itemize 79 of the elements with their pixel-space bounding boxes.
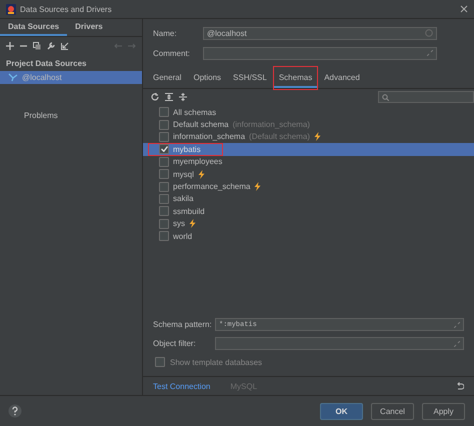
window-title: Data Sources and Drivers xyxy=(20,4,113,14)
schema-note: (Default schema) xyxy=(249,132,310,142)
circle-icon xyxy=(425,29,433,37)
collapse-all-icon[interactable] xyxy=(179,93,187,101)
schema-row[interactable]: information_schema (Default schema) xyxy=(143,130,474,144)
copy-icon[interactable] xyxy=(33,42,41,50)
schema-name: information_schema xyxy=(173,132,246,142)
forward-arrow-icon[interactable] xyxy=(128,43,136,49)
schema-row[interactable]: mybatis xyxy=(143,143,474,156)
field-label: Object filter: xyxy=(153,339,197,348)
expand-all-icon[interactable] xyxy=(165,93,173,101)
search-field[interactable] xyxy=(378,91,474,103)
schema-row[interactable]: performance_schema xyxy=(143,180,474,193)
expand-icon xyxy=(427,50,433,56)
tab[interactable]: SSH/SSL xyxy=(227,69,273,88)
schema-row[interactable]: sakila xyxy=(143,192,474,206)
schema-row[interactable]: Default schema (information_schema) xyxy=(143,118,474,131)
search-icon xyxy=(382,94,389,100)
schema-row[interactable]: All schemas xyxy=(143,106,474,118)
schema-row[interactable]: sys xyxy=(143,218,474,230)
sidebar-tab[interactable]: Drivers xyxy=(67,19,111,36)
section-heading: Project Data Sources xyxy=(5,58,88,70)
checkbox[interactable] xyxy=(159,120,169,130)
tab[interactable]: Schemas xyxy=(272,69,318,88)
dialog-button[interactable]: Apply xyxy=(422,402,465,420)
tab[interactable]: General xyxy=(147,69,188,88)
input-field[interactable]: @localhost xyxy=(203,26,437,40)
schema-row[interactable]: myemployees xyxy=(143,156,474,168)
field-label: Comment: xyxy=(153,48,191,58)
schema-row[interactable]: world xyxy=(143,230,474,242)
schema-name: sys xyxy=(173,219,185,228)
add-icon[interactable] xyxy=(6,42,14,50)
checkbox[interactable] xyxy=(159,206,169,216)
schema-name: world xyxy=(173,232,192,241)
import-icon[interactable] xyxy=(61,42,69,50)
checkbox[interactable] xyxy=(159,132,169,142)
field-label: Name: xyxy=(153,28,178,38)
tab[interactable]: Options xyxy=(187,69,228,88)
check-icon xyxy=(160,146,168,152)
checkbox[interactable] xyxy=(159,194,169,204)
test-connection-link[interactable]: Test Connection xyxy=(153,382,210,390)
checkbox[interactable] xyxy=(159,156,169,167)
input-field[interactable] xyxy=(215,337,464,350)
help-icon[interactable] xyxy=(8,404,22,418)
schema-row[interactable]: ssmbuild xyxy=(143,205,474,218)
schema-name: performance_schema xyxy=(173,182,250,192)
field-label: Schema pattern: xyxy=(153,320,213,329)
close-icon[interactable] xyxy=(460,5,468,13)
schema-name: mysql xyxy=(173,170,194,179)
schema-row[interactable]: mysql xyxy=(143,168,474,180)
checkbox[interactable] xyxy=(159,107,169,118)
wrench-icon[interactable] xyxy=(47,42,55,50)
checkbox-label: Show template databases xyxy=(170,358,262,366)
checkbox[interactable] xyxy=(159,169,169,180)
tab[interactable]: Advanced xyxy=(318,69,366,88)
back-arrow-icon[interactable] xyxy=(114,43,122,49)
schema-name: myemployees xyxy=(173,157,222,166)
checkbox[interactable] xyxy=(159,218,169,229)
schema-name: All schemas xyxy=(173,108,216,117)
schema-note: (information_schema) xyxy=(232,120,310,130)
refresh-icon[interactable] xyxy=(151,93,159,101)
expand-icon xyxy=(454,322,460,328)
undo-icon[interactable] xyxy=(456,382,464,390)
checkbox[interactable] xyxy=(159,144,169,154)
checkbox[interactable] xyxy=(159,231,169,242)
schema-name: ssmbuild xyxy=(173,206,205,216)
problems-item[interactable]: Problems xyxy=(24,111,58,120)
expand-icon xyxy=(454,340,460,346)
dialog-button[interactable]: Cancel xyxy=(371,402,414,420)
database-icon xyxy=(8,73,18,82)
sidebar-tab[interactable]: Data Sources xyxy=(0,19,68,36)
schema-name: mybatis xyxy=(173,144,201,154)
schema-name: sakila xyxy=(173,194,194,204)
checkbox[interactable] xyxy=(155,357,165,367)
schema-name: Default schema xyxy=(173,120,229,130)
dialog-button[interactable]: OK xyxy=(320,402,363,420)
app-logo-icon xyxy=(6,4,16,14)
checkbox[interactable] xyxy=(159,182,169,192)
input-field[interactable] xyxy=(203,46,437,60)
